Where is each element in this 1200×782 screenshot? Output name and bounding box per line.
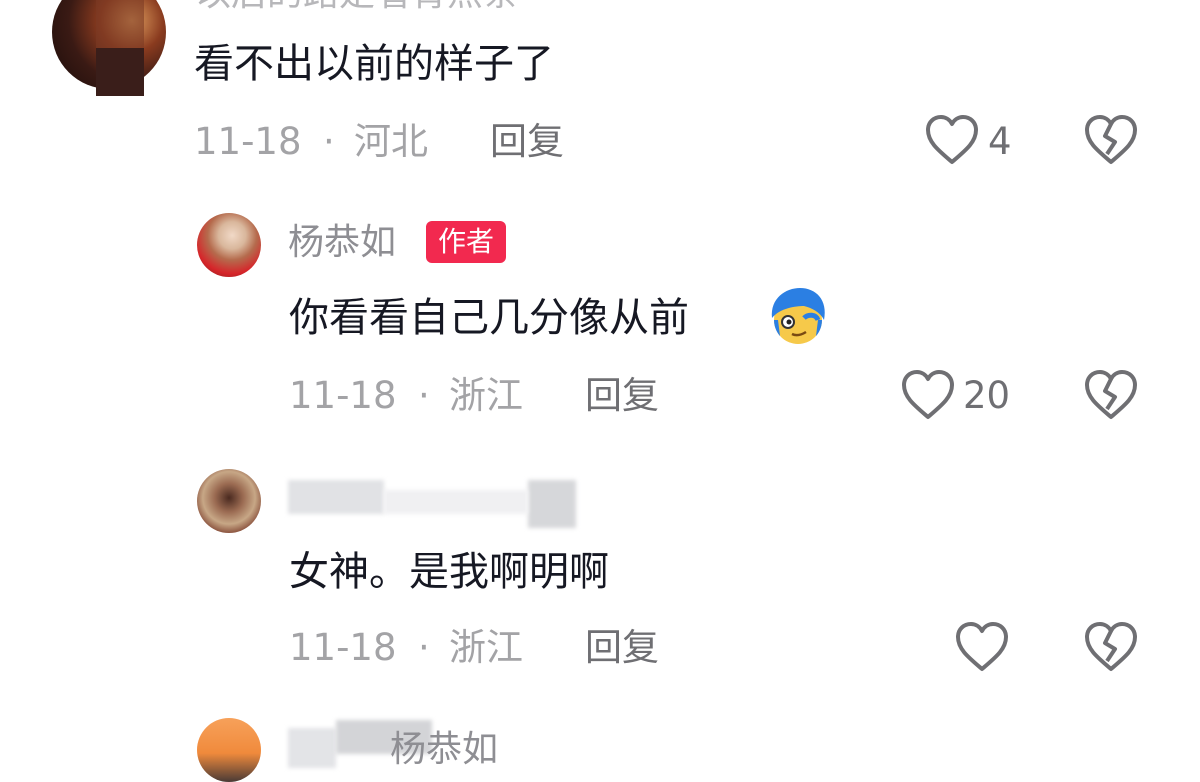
broken-heart-icon[interactable] xyxy=(1083,369,1139,421)
comment-location: 浙江 xyxy=(449,374,523,417)
broken-heart-icon[interactable] xyxy=(1083,114,1139,166)
avatar-mosaic xyxy=(96,48,144,96)
comment-text: 女神。是我啊明啊 xyxy=(289,549,609,595)
reply-button[interactable]: 回复 xyxy=(490,120,564,164)
meta-separator: · xyxy=(323,120,335,163)
comment-date: 11-18 xyxy=(194,120,302,163)
comment-date: 11-18 xyxy=(289,374,397,417)
comment-location: 河北 xyxy=(354,120,428,163)
username-redacted-mosaic xyxy=(288,728,336,768)
blue-hair-face-emoji-icon xyxy=(771,288,825,344)
avatar-mosaic xyxy=(96,0,144,48)
like-count: 20 xyxy=(963,374,1011,417)
reply-button[interactable]: 回复 xyxy=(585,626,659,670)
avatar[interactable] xyxy=(197,718,261,782)
meta-separator: · xyxy=(418,626,430,669)
comment-location: 浙江 xyxy=(449,626,523,669)
broken-heart-icon[interactable] xyxy=(1083,621,1139,673)
avatar[interactable] xyxy=(197,213,261,277)
comment-text: 你看看自己几分像从前 xyxy=(289,294,689,342)
comment-username[interactable]: 杨恭如 xyxy=(288,221,396,265)
comment-text-content: 你看看自己几分像从前 xyxy=(289,295,689,341)
comment-username[interactable]: 杨恭如 xyxy=(390,728,498,772)
meta-separator: · xyxy=(418,374,430,417)
author-badge: 作者 xyxy=(426,221,507,263)
heart-outline-icon[interactable] xyxy=(954,621,1010,673)
comment-text: 看不出以前的样子了 xyxy=(194,41,554,87)
comment-username-partial[interactable]: 以后的路是看青点条 xyxy=(195,0,519,16)
reply-button[interactable]: 回复 xyxy=(585,374,659,418)
username-redacted-mosaic xyxy=(288,480,384,514)
username-redacted-mosaic xyxy=(528,480,576,528)
heart-outline-icon[interactable] xyxy=(900,369,956,421)
comment-date: 11-18 xyxy=(289,626,397,669)
heart-outline-icon[interactable] xyxy=(924,114,980,166)
avatar[interactable] xyxy=(197,469,261,533)
like-count: 4 xyxy=(988,120,1012,163)
username-redacted-mosaic xyxy=(384,490,528,514)
